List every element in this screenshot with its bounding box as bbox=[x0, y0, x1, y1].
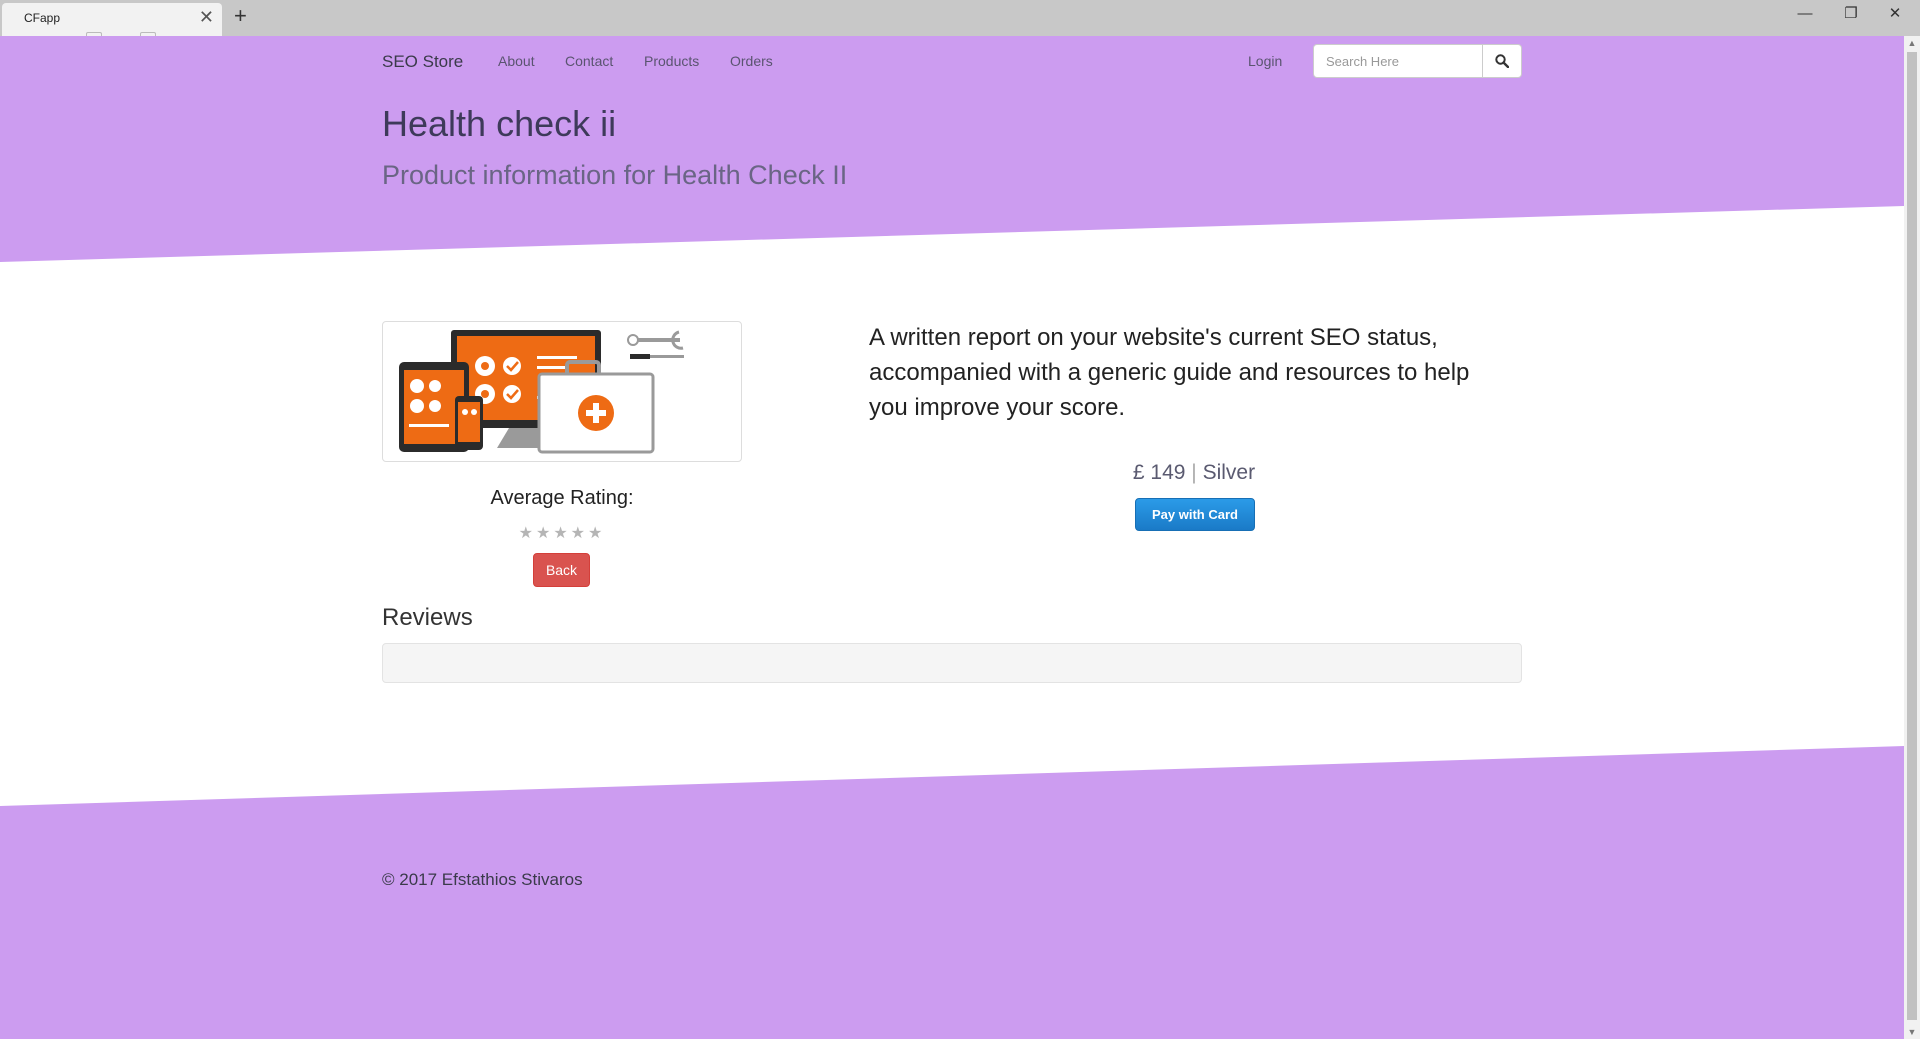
close-window-icon[interactable]: ✕ bbox=[1880, 4, 1910, 24]
page-title: Health check ii bbox=[382, 103, 617, 144]
price-value: £ 149 bbox=[1132, 461, 1186, 484]
tab-title: CFapp bbox=[24, 11, 61, 25]
minimize-icon[interactable]: — bbox=[1790, 4, 1820, 24]
nav-about[interactable]: About bbox=[498, 53, 535, 69]
price-separator: | bbox=[1191, 461, 1197, 484]
health-check-illustration-icon bbox=[399, 330, 684, 454]
nav-orders[interactable]: Orders bbox=[730, 53, 773, 69]
page-viewport: SEO Store About Contact Products Orders … bbox=[0, 36, 1904, 1039]
scroll-up-icon[interactable]: ▲ bbox=[1907, 38, 1917, 48]
nav-login[interactable]: Login bbox=[1248, 53, 1282, 69]
browser-chrome: CFapp ✕ + — ❐ ✕ bbox=[0, 0, 1920, 36]
brand-link[interactable]: SEO Store bbox=[382, 52, 463, 72]
scrollbar[interactable]: ▲ ▼ bbox=[1904, 36, 1920, 1039]
maximize-icon[interactable]: ❐ bbox=[1836, 4, 1866, 24]
reviews-heading: Reviews bbox=[382, 604, 473, 631]
search-input[interactable] bbox=[1313, 44, 1483, 78]
back-button[interactable]: Back bbox=[533, 553, 590, 587]
scrollbar-thumb[interactable] bbox=[1907, 52, 1917, 1020]
new-tab-icon[interactable]: + bbox=[234, 4, 247, 28]
product-description: A written report on your website's curre… bbox=[869, 324, 1470, 421]
reviews-list bbox=[382, 643, 1522, 683]
scroll-down-icon[interactable]: ▼ bbox=[1907, 1027, 1917, 1037]
pay-with-card-button[interactable]: Pay with Card bbox=[1135, 498, 1255, 531]
tab-close-icon[interactable]: ✕ bbox=[199, 8, 214, 26]
rating-stars[interactable]: ★★★★★ bbox=[382, 523, 742, 543]
page-subtitle: Product information for Health Check II bbox=[382, 160, 848, 190]
price-line: £ 149 | Silver bbox=[869, 461, 1519, 485]
average-rating-label: Average Rating: bbox=[490, 487, 634, 509]
product-tier: Silver bbox=[1202, 461, 1256, 484]
search-button[interactable] bbox=[1482, 44, 1522, 78]
hero-background bbox=[0, 36, 1904, 262]
search-icon bbox=[1495, 54, 1509, 68]
footer-copyright: © 2017 Efstathios Stivaros bbox=[382, 870, 583, 889]
nav-products[interactable]: Products bbox=[644, 53, 699, 69]
product-image bbox=[382, 321, 742, 462]
footer-background bbox=[0, 746, 1904, 1039]
nav-contact[interactable]: Contact bbox=[565, 53, 613, 69]
browser-tab[interactable]: CFapp ✕ bbox=[2, 3, 222, 36]
